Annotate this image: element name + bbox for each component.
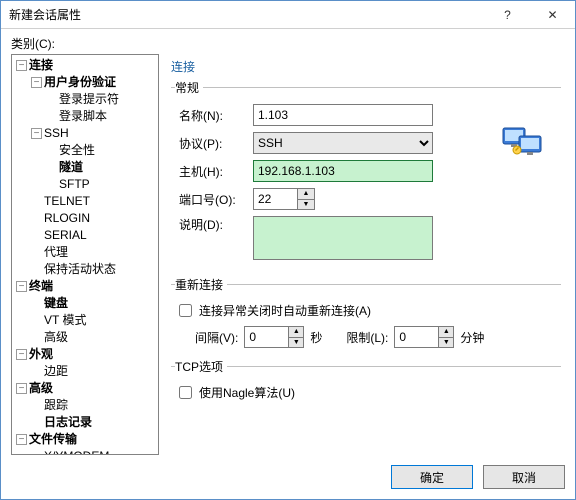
tree-rlogin[interactable]: RLOGIN [44, 211, 90, 225]
tree-proxy[interactable]: 代理 [44, 245, 68, 259]
minutes-label: 分钟 [460, 329, 484, 346]
category-label: 类别(C): [11, 35, 565, 52]
limit-input[interactable] [394, 326, 438, 348]
dialog-window: 新建会话属性 ? ✕ 类别(C): −连接 −用户身份验证 登录提示符 登录脚本 [0, 0, 576, 500]
monitors-icon [501, 124, 545, 164]
title-bar: 新建会话属性 ? ✕ [1, 1, 575, 29]
dialog-body: 类别(C): −连接 −用户身份验证 登录提示符 登录脚本 −SSH [1, 29, 575, 499]
tree-login-prompt[interactable]: 登录提示符 [59, 92, 119, 106]
tcp-group: TCP选项 使用Nagle算法(U) [171, 358, 561, 404]
tree-logging[interactable]: 日志记录 [44, 415, 92, 429]
cancel-button[interactable]: 取消 [483, 465, 565, 489]
interval-input[interactable] [244, 326, 288, 348]
close-button[interactable]: ✕ [530, 1, 575, 29]
tree-filetransfer[interactable]: 文件传输 [29, 432, 77, 446]
ok-button[interactable]: 确定 [391, 465, 473, 489]
host-input[interactable] [253, 160, 433, 182]
host-label: 主机(H): [175, 163, 253, 180]
nagle-checkbox[interactable]: 使用Nagle算法(U) [175, 383, 557, 402]
limit-spinner[interactable]: ▲▼ [394, 326, 454, 348]
auto-reconnect-label: 连接异常关闭时自动重新连接(A) [199, 302, 371, 319]
help-button[interactable]: ? [485, 1, 530, 29]
tree-login-script[interactable]: 登录脚本 [59, 109, 107, 123]
expand-icon[interactable]: − [16, 434, 27, 445]
name-input[interactable] [253, 104, 433, 126]
tree-terminal[interactable]: 终端 [29, 279, 53, 293]
expand-icon[interactable]: − [31, 77, 42, 88]
port-spinner[interactable]: ▲▼ [253, 188, 315, 210]
tree-keepalive[interactable]: 保持活动状态 [44, 262, 116, 276]
protocol-label: 协议(P): [175, 135, 253, 152]
general-legend: 常规 [175, 79, 203, 96]
spin-down-icon[interactable]: ▼ [297, 199, 315, 211]
tree-telnet[interactable]: TELNET [44, 194, 90, 208]
tree-margin[interactable]: 边距 [44, 364, 68, 378]
panel-heading: 连接 [171, 56, 561, 79]
seconds-label: 秒 [310, 329, 322, 346]
tree-advanced[interactable]: 高级 [29, 381, 53, 395]
tree-security[interactable]: 安全性 [59, 143, 95, 157]
desc-textarea[interactable] [253, 216, 433, 260]
tree-vtmode[interactable]: VT 模式 [44, 313, 86, 327]
tree-trace[interactable]: 跟踪 [44, 398, 68, 412]
name-label: 名称(N): [175, 107, 253, 124]
tree-ssh[interactable]: SSH [44, 126, 69, 140]
port-input[interactable] [253, 188, 297, 210]
settings-panel: 连接 常规 名称(N): [167, 54, 565, 455]
reconnect-legend: 重新连接 [175, 276, 227, 293]
spin-down-icon[interactable]: ▼ [288, 337, 304, 349]
tree-tunnel[interactable]: 隧道 [59, 160, 83, 174]
tree-auth[interactable]: 用户身份验证 [44, 75, 116, 89]
desc-label: 说明(D): [175, 216, 253, 233]
spin-up-icon[interactable]: ▲ [297, 188, 315, 199]
limit-label: 限制(L): [346, 329, 388, 346]
help-icon: ? [504, 8, 511, 22]
tree-appearance[interactable]: 外观 [29, 347, 53, 361]
window-title: 新建会话属性 [9, 6, 485, 23]
expand-icon[interactable]: − [16, 349, 27, 360]
port-label: 端口号(O): [175, 191, 253, 208]
expand-icon[interactable]: − [31, 128, 42, 139]
expand-icon[interactable]: − [16, 281, 27, 292]
nagle-label: 使用Nagle算法(U) [199, 384, 295, 401]
category-tree[interactable]: −连接 −用户身份验证 登录提示符 登录脚本 −SSH 安全性 [11, 54, 159, 455]
tree-serial[interactable]: SERIAL [44, 228, 87, 242]
dialog-buttons: 确定 取消 [11, 455, 565, 489]
spin-down-icon[interactable]: ▼ [438, 337, 454, 349]
close-icon: ✕ [547, 8, 557, 22]
spin-up-icon[interactable]: ▲ [288, 326, 304, 337]
expand-icon[interactable]: − [16, 383, 27, 394]
tree-keyboard[interactable]: 键盘 [44, 296, 68, 310]
expand-icon[interactable]: − [16, 60, 27, 71]
protocol-select[interactable]: SSH [253, 132, 433, 154]
tree-t-advanced[interactable]: 高级 [44, 330, 68, 344]
tree-connection[interactable]: 连接 [29, 58, 53, 72]
interval-label: 间隔(V): [195, 329, 238, 346]
interval-spinner[interactable]: ▲▼ [244, 326, 304, 348]
tree-sftp[interactable]: SFTP [59, 177, 90, 191]
nagle-input[interactable] [179, 386, 192, 399]
tcp-legend: TCP选项 [175, 358, 227, 375]
reconnect-group: 重新连接 连接异常关闭时自动重新连接(A) 间隔(V): ▲▼ 秒 限制(L [171, 276, 561, 350]
spin-up-icon[interactable]: ▲ [438, 326, 454, 337]
auto-reconnect-checkbox[interactable]: 连接异常关闭时自动重新连接(A) [175, 301, 557, 320]
auto-reconnect-input[interactable] [179, 304, 192, 317]
general-group: 常规 名称(N): 协议(P): SSH 主机( [171, 79, 561, 268]
